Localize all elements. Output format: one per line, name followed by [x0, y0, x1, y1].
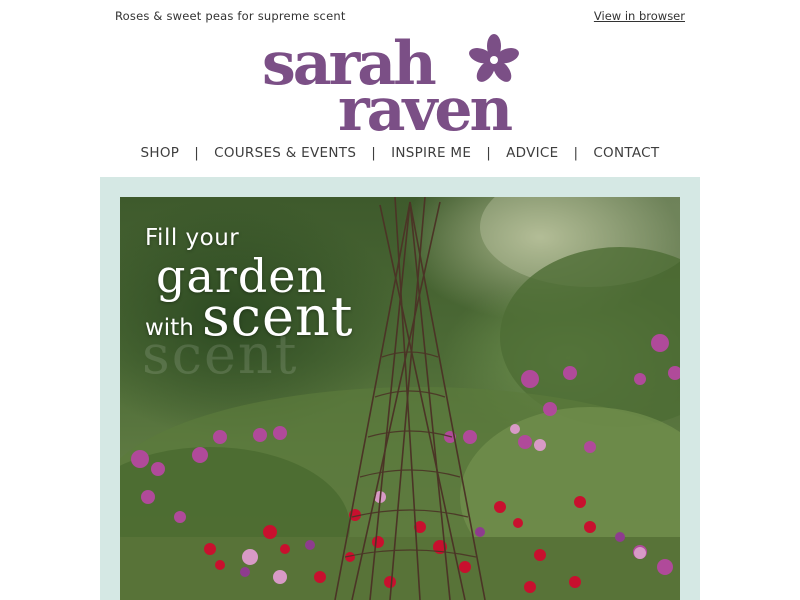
hero-heading-line1: Fill your: [145, 225, 240, 251]
view-in-browser-link[interactable]: View in browser: [594, 9, 685, 23]
main-nav: SHOP | COURSES & EVENTS | INSPIRE ME | A…: [0, 145, 800, 161]
nav-separator: |: [486, 145, 492, 161]
nav-separator: |: [194, 145, 200, 161]
nav-item-courses-events[interactable]: COURSES & EVENTS: [214, 145, 356, 161]
flower-icon: [469, 34, 519, 82]
preheader-text: Roses & sweet peas for supreme scent: [115, 9, 346, 23]
hero-image[interactable]: scent Fill your garden with scent: [120, 197, 680, 600]
nav-separator: |: [573, 145, 579, 161]
nav-item-advice[interactable]: ADVICE: [506, 145, 558, 161]
nav-item-contact[interactable]: CONTACT: [593, 145, 659, 161]
logo-line-raven: raven: [338, 75, 513, 145]
hero-heading-line3: with: [145, 315, 194, 341]
nav-separator: |: [371, 145, 377, 161]
sarah-raven-logo[interactable]: sarah raven: [262, 30, 542, 140]
nav-item-inspire-me[interactable]: INSPIRE ME: [391, 145, 471, 161]
hero-heading-line4: scent: [202, 285, 354, 348]
nav-item-shop[interactable]: SHOP: [141, 145, 180, 161]
